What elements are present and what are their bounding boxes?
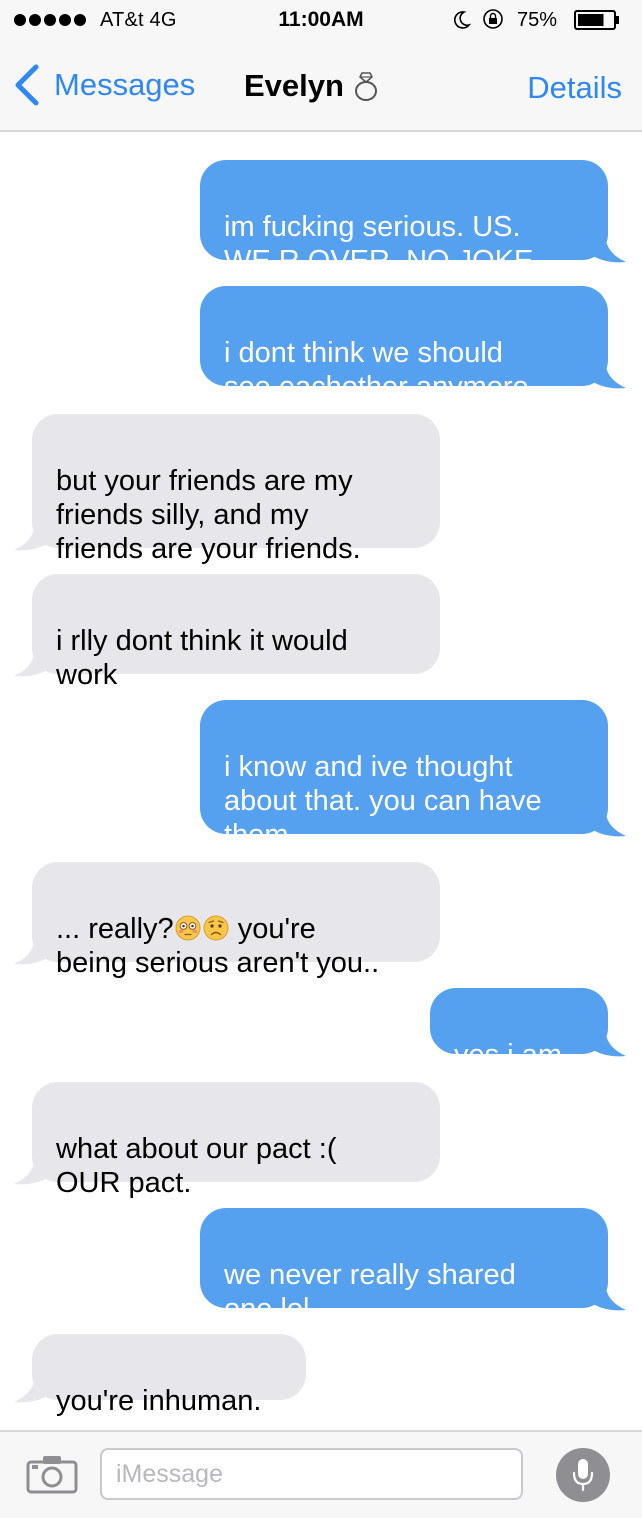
message-text: but your friends are my friends silly, a… xyxy=(56,465,361,565)
bubble-tail xyxy=(586,366,626,389)
message-bubble-received[interactable]: ... really? you're being serious aren't … xyxy=(14,862,440,979)
bubble-tail xyxy=(14,654,54,677)
message-bubble-sent[interactable]: i know and ive thought about that. you c… xyxy=(200,700,626,851)
message-bubble-received[interactable]: i rlly dont think it would work xyxy=(14,574,440,691)
message-bubble-received[interactable]: you're inhuman. xyxy=(14,1334,306,1417)
message-bubble-sent[interactable]: we never really shared one lol xyxy=(200,1208,626,1325)
bubble-tail xyxy=(14,1162,54,1185)
back-button-label: Messages xyxy=(54,67,196,102)
message-text: what about our pact :( OUR pact. xyxy=(56,1133,337,1199)
camera-icon[interactable] xyxy=(26,1454,78,1494)
message-text: we never really shared one lol xyxy=(224,1259,516,1325)
message-text: you're inhuman. xyxy=(56,1385,262,1417)
conversation-title: Evelyn xyxy=(244,68,380,104)
message-bubble-received[interactable]: but your friends are my friends silly, a… xyxy=(14,414,440,565)
ring-icon xyxy=(354,72,377,101)
message-text: yes i am. xyxy=(454,1039,571,1071)
message-text: i dont think we should see eachother any… xyxy=(224,337,529,403)
navigation-bar: Messages Evelyn Details xyxy=(0,40,642,132)
message-bubble-sent[interactable]: i dont think we should see eachother any… xyxy=(200,286,626,403)
message-text: im fucking serious. US. WE R OVER. NO JO… xyxy=(224,211,534,277)
microphone-button[interactable] xyxy=(556,1448,610,1502)
message-text: i know and ive thought about that. you c… xyxy=(224,751,542,851)
back-button[interactable]: Messages xyxy=(12,62,195,108)
bubble-tail xyxy=(586,1288,626,1311)
message-bubble-sent[interactable]: yes i am. xyxy=(430,988,626,1071)
message-bubble-sent[interactable]: im fucking serious. US. WE R OVER. NO JO… xyxy=(200,160,626,277)
battery-percentage: 75% xyxy=(517,9,558,31)
status-bar: AT&t 4G 11:00AM 75% xyxy=(0,0,642,40)
bubble-tail xyxy=(14,528,54,551)
battery-icon xyxy=(574,10,619,30)
message-bubble-received[interactable]: what about our pact :( OUR pact. xyxy=(14,1082,440,1199)
message-text-part: ... really? xyxy=(56,913,174,945)
do-not-disturb-icon xyxy=(454,11,471,29)
bubble-tail xyxy=(586,814,626,837)
flushed-face-emoji xyxy=(175,915,201,941)
compose-bar xyxy=(0,1430,642,1518)
message-input[interactable] xyxy=(100,1448,523,1500)
message-text: i rlly dont think it would work xyxy=(56,625,348,691)
contact-name: Evelyn xyxy=(244,68,344,103)
rotation-lock-icon xyxy=(483,9,503,29)
bubble-tail xyxy=(14,1380,54,1403)
chevron-left-icon xyxy=(15,64,39,106)
bubble-tail xyxy=(14,942,54,965)
worried-face-emoji xyxy=(203,915,229,941)
bubble-tail xyxy=(586,1034,626,1057)
message-thread[interactable]: im fucking serious. US. WE R OVER. NO JO… xyxy=(0,132,642,1430)
microphone-icon xyxy=(572,1459,594,1492)
bubble-tail xyxy=(586,240,626,263)
details-button[interactable]: Details xyxy=(527,70,622,106)
